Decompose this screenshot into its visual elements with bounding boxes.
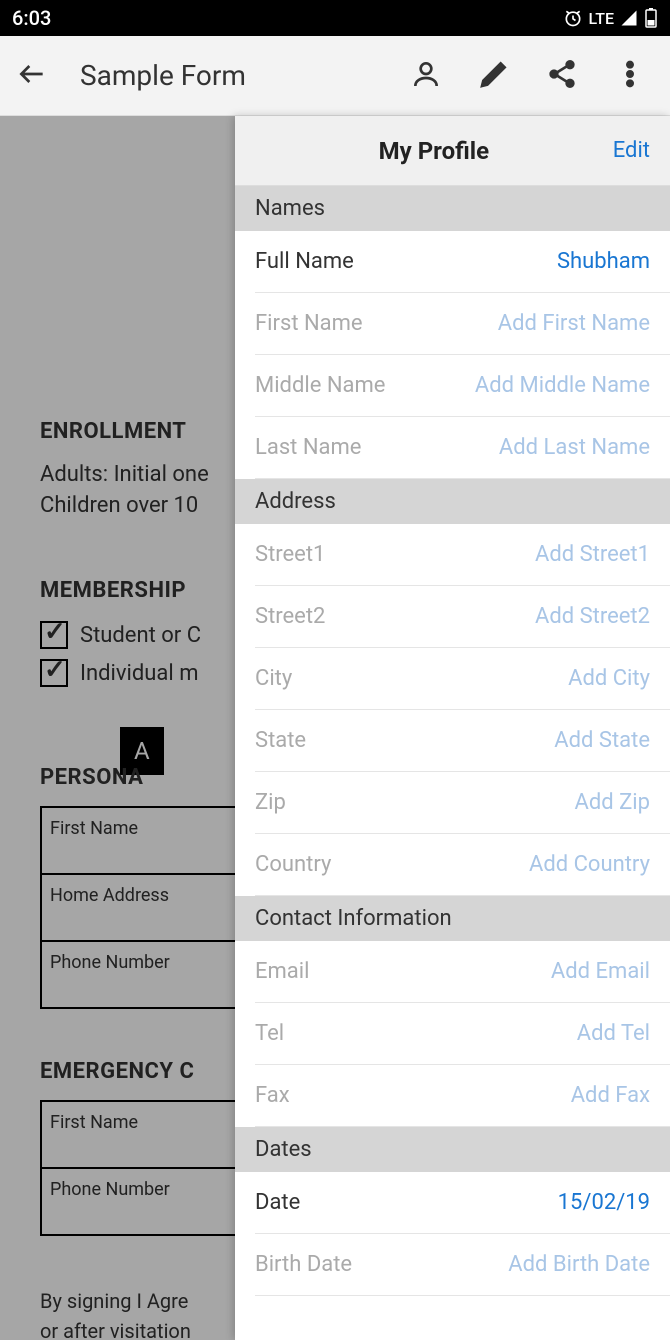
field-address-3[interactable]: StateAdd State	[255, 710, 670, 772]
pen-button[interactable]	[478, 58, 510, 94]
field-value: Add State	[554, 728, 650, 753]
field-dates-1[interactable]: Birth DateAdd Birth Date	[255, 1234, 670, 1296]
field-value: Add Birth Date	[508, 1252, 650, 1277]
field-label: Last Name	[255, 435, 499, 460]
field-contact-2[interactable]: FaxAdd Fax	[255, 1065, 670, 1127]
panel-title: My Profile	[255, 137, 613, 165]
field-value: Add City	[568, 666, 650, 691]
alarm-icon	[563, 8, 583, 28]
field-label: Fax	[255, 1083, 571, 1108]
field-names-1[interactable]: First NameAdd First Name	[255, 293, 670, 355]
app-bar: Sample Form	[0, 36, 670, 116]
app-title: Sample Form	[80, 59, 410, 92]
field-label: First Name	[255, 311, 498, 336]
field-value: Add First Name	[498, 311, 650, 336]
field-names-2[interactable]: Middle NameAdd Middle Name	[255, 355, 670, 417]
field-address-1[interactable]: Street2Add Street2	[255, 586, 670, 648]
field-value: Add Zip	[574, 790, 650, 815]
share-button[interactable]	[546, 58, 578, 94]
field-label: State	[255, 728, 554, 753]
panel-header: My Profile Edit	[235, 116, 670, 186]
profile-button[interactable]	[410, 58, 442, 94]
field-value: Add Fax	[571, 1083, 650, 1108]
content-area: A ENROLLMENT Adults: Initial one Childre…	[0, 116, 670, 1340]
field-value: Add Street1	[535, 542, 650, 567]
field-value: 15/02/19	[558, 1190, 650, 1215]
field-address-0[interactable]: Street1Add Street1	[255, 524, 670, 586]
field-dates-0[interactable]: Date15/02/19	[255, 1172, 670, 1234]
section-head-dates: Dates	[235, 1127, 670, 1172]
field-label: Street1	[255, 542, 535, 567]
battery-icon	[644, 8, 658, 28]
more-button[interactable]	[614, 58, 646, 94]
field-names-0[interactable]: Full NameShubham	[255, 231, 670, 293]
status-right: LTE	[563, 8, 658, 28]
field-label: Tel	[255, 1021, 577, 1046]
status-time: 6:03	[12, 6, 51, 30]
edit-button[interactable]: Edit	[613, 138, 650, 163]
field-label: City	[255, 666, 568, 691]
field-address-4[interactable]: ZipAdd Zip	[255, 772, 670, 834]
back-button[interactable]	[16, 58, 48, 94]
field-names-3[interactable]: Last NameAdd Last Name	[255, 417, 670, 479]
section-head-names: Names	[235, 186, 670, 231]
field-value: Add Last Name	[499, 435, 650, 460]
field-label: Email	[255, 959, 551, 984]
field-label: Zip	[255, 790, 574, 815]
section-head-contact: Contact Information	[235, 896, 670, 941]
field-value: Add Email	[551, 959, 650, 984]
field-value: Add Middle Name	[475, 373, 650, 398]
app-actions	[410, 58, 646, 94]
field-label: Country	[255, 852, 529, 877]
field-address-5[interactable]: CountryAdd Country	[255, 834, 670, 896]
profile-panel: My Profile Edit NamesFull NameShubhamFir…	[235, 116, 670, 1340]
signal-icon	[620, 9, 638, 27]
field-address-2[interactable]: CityAdd City	[255, 648, 670, 710]
status-bar: 6:03 LTE	[0, 0, 670, 36]
field-value: Add Street2	[535, 604, 650, 629]
status-network: LTE	[589, 9, 614, 28]
field-label: Full Name	[255, 249, 557, 274]
field-value: Add Country	[529, 852, 650, 877]
field-label: Date	[255, 1190, 558, 1215]
field-label: Street2	[255, 604, 535, 629]
field-label: Birth Date	[255, 1252, 508, 1277]
field-value: Add Tel	[577, 1021, 650, 1046]
field-contact-0[interactable]: EmailAdd Email	[255, 941, 670, 1003]
field-label: Middle Name	[255, 373, 475, 398]
field-value: Shubham	[557, 249, 650, 274]
section-head-address: Address	[235, 479, 670, 524]
field-contact-1[interactable]: TelAdd Tel	[255, 1003, 670, 1065]
